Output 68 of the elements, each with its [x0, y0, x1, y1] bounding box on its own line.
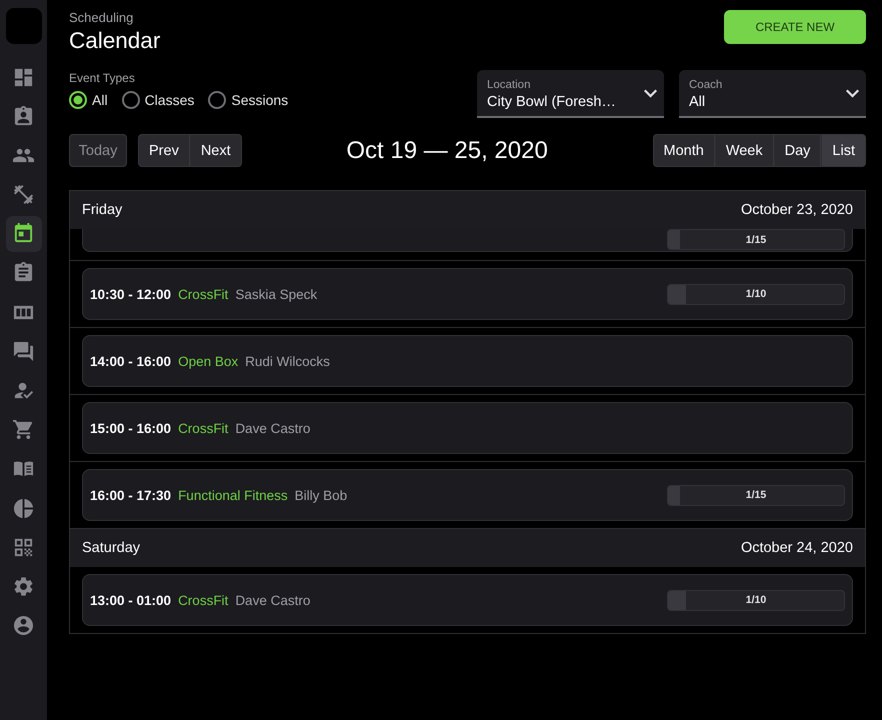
next-button[interactable]: Next — [190, 134, 242, 167]
radio-option[interactable]: Classes — [122, 91, 194, 109]
chevron-down-icon — [644, 88, 657, 98]
pie-chart-icon — [13, 498, 34, 519]
event-time: 15:00 - 16:00 — [90, 420, 172, 436]
coach-name: Dave Castro — [235, 420, 310, 436]
event-card[interactable]: 13:00 - 01:00 CrossFit Dave Castro 1/10 — [82, 574, 853, 626]
view-tab[interactable]: Month — [652, 134, 715, 167]
event-time: 13:00 - 01:00 — [90, 592, 172, 608]
dropdown-field[interactable]: Coach All — [679, 70, 866, 118]
logo-placeholder — [6, 8, 42, 44]
qr-code-icon — [13, 536, 34, 558]
calendar-icon — [13, 223, 34, 244]
settings-icon — [13, 576, 34, 597]
event-card[interactable]: 16:00 - 17:30 Functional Fitness Billy Bob 1/15 — [82, 469, 853, 521]
event-type: CrossFit — [178, 286, 228, 302]
cart-icon — [13, 419, 34, 440]
event-card[interactable]: 10:30 - 12:00 CrossFit Saskia Speck 1/10 — [82, 268, 853, 320]
dropdown-label: Location — [487, 78, 530, 92]
filter-label: Event Types — [69, 71, 135, 85]
dumbbell-icon — [13, 184, 34, 206]
account-icon — [13, 615, 34, 636]
section-label: Scheduling — [69, 10, 134, 26]
view-tab[interactable]: Week — [714, 134, 774, 167]
capacity-reading: 1/15 — [746, 234, 766, 246]
event-type: CrossFit — [178, 420, 228, 436]
event-time: 10:30 - 12:00 — [90, 286, 172, 302]
view-tab[interactable]: List — [821, 134, 866, 167]
event-type: Open Box — [178, 354, 238, 368]
event-time: 16:00 - 17:30 — [90, 488, 172, 502]
coach-name: Billy Bob — [294, 488, 348, 502]
prev-button[interactable]: Prev — [138, 134, 190, 167]
coach-name: Saskia Speck — [235, 286, 318, 302]
radio-icon[interactable] — [69, 91, 87, 109]
capacity-reading: 1/15 — [746, 489, 766, 501]
clipboard-icon — [13, 262, 34, 284]
chat-icon — [13, 340, 34, 362]
dropdown-label: Coach — [689, 78, 722, 92]
chevron-down-icon — [846, 88, 859, 98]
coach-name: Dave Castro — [235, 592, 310, 608]
radio-icon[interactable] — [122, 91, 140, 109]
event-card[interactable]: 15:00 - 16:00 CrossFit Dave Castro — [82, 402, 853, 454]
day-date: October 23, 2020 — [740, 202, 853, 218]
day-date: October 24, 2020 — [740, 540, 853, 556]
date-range-title: Oct 19 — 25, 2020 — [346, 136, 548, 166]
event-time: 14:00 - 16:00 — [90, 354, 172, 368]
capacity-reading: 1/10 — [746, 594, 766, 606]
event-card[interactable]: 14:00 - 16:00 Open Box Rudi Wilcocks — [82, 335, 853, 387]
day-name: Saturday — [82, 540, 140, 556]
person-clipboard-icon — [13, 106, 34, 127]
person-check-icon — [13, 380, 34, 401]
nav-button[interactable] — [6, 216, 42, 252]
page-title: Calendar — [69, 28, 160, 54]
view-tab[interactable]: Day — [774, 134, 822, 167]
dashboard-icon — [13, 66, 34, 88]
day-name: Friday — [82, 202, 122, 218]
dropdown-value: City Bowl (Foresh… — [487, 92, 616, 110]
coach-name: Rudi Wilcocks — [245, 354, 330, 368]
event-type: CrossFit — [178, 592, 228, 608]
event-type: Functional Fitness — [178, 488, 288, 502]
capacity-reading: 1/10 — [746, 288, 766, 300]
radio-icon[interactable] — [208, 91, 226, 109]
radio-option[interactable]: All — [69, 91, 108, 109]
event-card[interactable]: 1/15 — [82, 229, 853, 252]
create-new-button[interactable]: CREATE NEW — [724, 10, 866, 44]
radio-option[interactable]: Sessions — [208, 91, 288, 109]
dropdown-field[interactable]: Location City Bowl (Foresh… — [477, 70, 664, 118]
dropdown-value: All — [689, 92, 706, 110]
